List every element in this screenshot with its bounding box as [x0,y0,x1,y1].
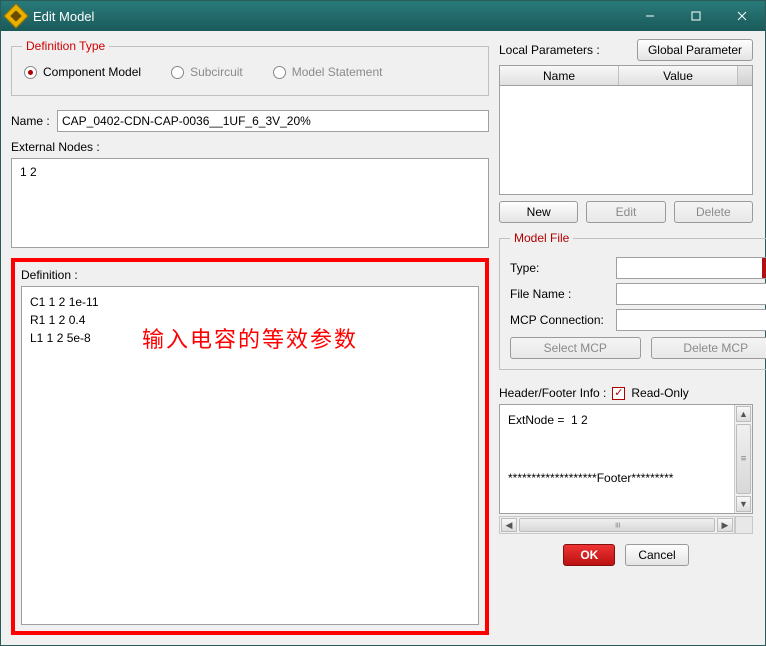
definition-section-highlight: Definition : C1 1 2 1e-11 R1 1 2 0.4 L1 … [11,258,489,635]
radio-label: Subcircuit [190,65,243,79]
titlebar: Edit Model [1,1,765,31]
edit-button[interactable]: Edit [586,201,665,223]
window-title: Edit Model [33,9,627,24]
table-body [500,86,752,194]
global-parameter-button[interactable]: Global Parameter [637,39,753,61]
scroll-right-icon[interactable]: ▶ [717,518,733,532]
radio-model-statement[interactable]: Model Statement [273,65,383,79]
scroll-down-icon[interactable]: ▼ [736,496,751,512]
model-file-group: Model File Type: File Name : MCP Connect… [499,231,766,370]
annotation-overlay: 输入电容的等效参数 [142,323,358,356]
minimize-button[interactable] [627,1,673,31]
local-parameters-table[interactable]: Name Value [499,65,753,195]
model-file-legend: Model File [510,231,573,245]
definition-type-legend: Definition Type [22,39,109,53]
definition-type-group: Definition Type Component Model Subcircu… [11,39,489,96]
definition-label: Definition : [21,268,479,282]
header-footer-box: ExtNode = 1 2 *******************Footer*… [499,404,753,514]
header-footer-text[interactable]: ExtNode = 1 2 *******************Footer*… [500,405,734,513]
name-label: Name : [11,114,51,128]
filename-label: File Name : [510,287,610,301]
table-header: Name Value [500,66,752,86]
radio-dot-icon [171,66,184,79]
definition-line: C1 1 2 1e-11 [30,293,470,311]
local-parameters-label: Local Parameters : [499,43,631,57]
app-icon [3,3,28,28]
scroll-thumb[interactable] [736,424,751,494]
filename-input[interactable] [616,283,766,305]
scroll-left-icon[interactable]: ◀ [501,518,517,532]
chevron-down-icon [762,258,766,278]
scroll-thumb[interactable] [519,518,715,532]
radio-dot-icon [273,66,286,79]
definition-textarea[interactable]: C1 1 2 1e-11 R1 1 2 0.4 L1 1 2 5e-8 输入电容… [21,286,479,625]
vertical-scrollbar[interactable]: ▲ ▼ [734,405,752,513]
type-label: Type: [510,261,610,275]
column-scroll-gutter [738,66,752,85]
column-value[interactable]: Value [619,66,738,85]
external-nodes-box[interactable]: 1 2 [11,158,489,248]
delete-mcp-button[interactable]: Delete MCP [651,337,766,359]
cancel-button[interactable]: Cancel [625,544,688,566]
mcp-label: MCP Connection: [510,313,610,327]
external-nodes-label: External Nodes : [11,140,489,154]
new-button[interactable]: New [499,201,578,223]
radio-label: Model Statement [292,65,383,79]
maximize-button[interactable] [673,1,719,31]
ok-button[interactable]: OK [563,544,615,566]
readonly-checkbox[interactable] [612,387,625,400]
name-input[interactable] [57,110,489,132]
radio-subcircuit[interactable]: Subcircuit [171,65,243,79]
column-name[interactable]: Name [500,66,619,85]
external-nodes-value: 1 2 [20,165,37,179]
delete-button[interactable]: Delete [674,201,753,223]
close-button[interactable] [719,1,765,31]
mcp-input[interactable] [616,309,766,331]
scroll-corner [735,516,753,534]
scroll-up-icon[interactable]: ▲ [736,406,751,422]
readonly-label: Read-Only [631,386,688,400]
select-mcp-button[interactable]: Select MCP [510,337,641,359]
radio-dot-icon [24,66,37,79]
radio-label: Component Model [43,65,141,79]
type-select[interactable] [616,257,766,279]
radio-component-model[interactable]: Component Model [24,65,141,79]
horizontal-scrollbar[interactable]: ◀ ▶ [499,516,735,534]
header-footer-label: Header/Footer Info : [499,386,606,400]
